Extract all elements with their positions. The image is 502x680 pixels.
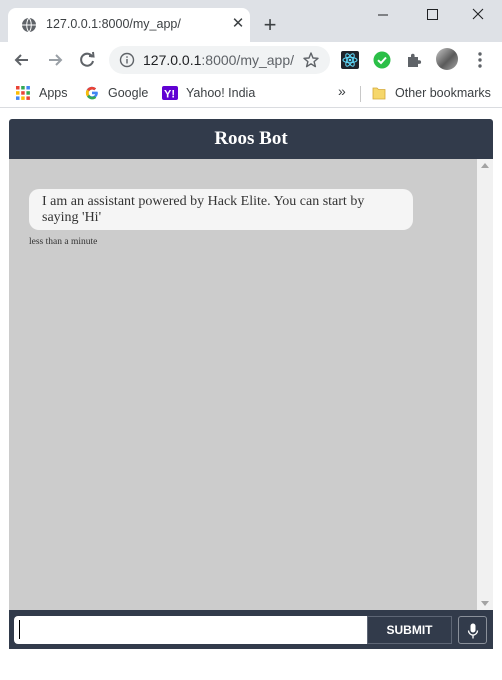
- voice-input-button[interactable]: [458, 616, 487, 644]
- maximize-icon[interactable]: [420, 4, 444, 26]
- chatbot-widget: Roos Bot I am an assistant powered by Ha…: [9, 119, 493, 649]
- bookmark-label: Yahoo! India: [186, 86, 256, 100]
- message-input[interactable]: [14, 616, 369, 644]
- reload-icon[interactable]: [77, 50, 97, 70]
- extensions-puzzle-icon[interactable]: [405, 51, 423, 69]
- bookmark-star-icon[interactable]: [302, 51, 320, 69]
- bookmarks-separator: [360, 86, 361, 102]
- yahoo-icon: Y!: [162, 86, 178, 101]
- green-check-extension-icon[interactable]: [373, 51, 391, 69]
- submit-button[interactable]: SUBMIT: [367, 616, 452, 644]
- close-tab-icon[interactable]: ✕: [230, 16, 246, 32]
- bookmarks-overflow-button[interactable]: »: [338, 83, 346, 99]
- bookmarks-bar: Apps Google Y! Yahoo! India » Other book…: [0, 78, 502, 108]
- browser-toolbar: 127.0.0.1:8000/my_app/: [0, 42, 502, 78]
- url-text: 127.0.0.1:8000/my_app/: [143, 52, 294, 68]
- bookmark-label: Other bookmarks: [395, 86, 491, 100]
- back-arrow-icon[interactable]: [12, 50, 32, 70]
- chat-title: Roos Bot: [9, 119, 493, 159]
- new-tab-button[interactable]: +: [258, 14, 282, 38]
- bookmark-google[interactable]: Google: [84, 84, 148, 102]
- chat-messages-area[interactable]: I am an assistant powered by Hack Elite.…: [9, 159, 477, 610]
- other-bookmarks-folder[interactable]: Other bookmarks: [371, 84, 491, 102]
- message-timestamp: less than a minute: [29, 237, 98, 247]
- apps-grid-icon: [16, 86, 30, 100]
- address-bar[interactable]: 127.0.0.1:8000/my_app/: [109, 46, 330, 74]
- url-host: 127.0.0.1: [143, 52, 202, 68]
- site-info-icon[interactable]: [119, 52, 135, 68]
- bookmark-label: Apps: [39, 86, 68, 100]
- globe-icon: [22, 17, 36, 33]
- bookmark-apps[interactable]: Apps: [15, 84, 68, 102]
- browser-tab[interactable]: 127.0.0.1:8000/my_app/ ✕: [8, 8, 250, 42]
- react-devtools-icon[interactable]: [341, 51, 359, 69]
- folder-icon: [372, 87, 386, 100]
- bookmark-yahoo-india[interactable]: Y! Yahoo! India: [162, 84, 255, 102]
- close-window-icon[interactable]: [466, 4, 490, 26]
- google-icon: [85, 86, 98, 100]
- tab-strip: 127.0.0.1:8000/my_app/ ✕ +: [0, 0, 502, 42]
- scroll-down-arrow-icon[interactable]: [481, 601, 489, 606]
- forward-arrow-icon[interactable]: [45, 50, 65, 70]
- scroll-up-arrow-icon[interactable]: [481, 163, 489, 168]
- chat-input-bar: SUBMIT: [9, 610, 493, 649]
- url-path: :8000/my_app/: [201, 52, 295, 68]
- tab-title: 127.0.0.1:8000/my_app/: [46, 17, 181, 31]
- more-menu-icon[interactable]: [472, 51, 488, 69]
- profile-avatar[interactable]: [436, 48, 458, 70]
- minimize-icon[interactable]: [371, 4, 395, 26]
- chat-scrollbar[interactable]: [477, 159, 493, 610]
- bookmark-label: Google: [108, 86, 149, 100]
- text-cursor: [19, 620, 20, 639]
- svg-text:Y!: Y!: [164, 89, 175, 101]
- microphone-icon: [467, 623, 479, 639]
- bot-message-bubble: I am an assistant powered by Hack Elite.…: [29, 189, 413, 230]
